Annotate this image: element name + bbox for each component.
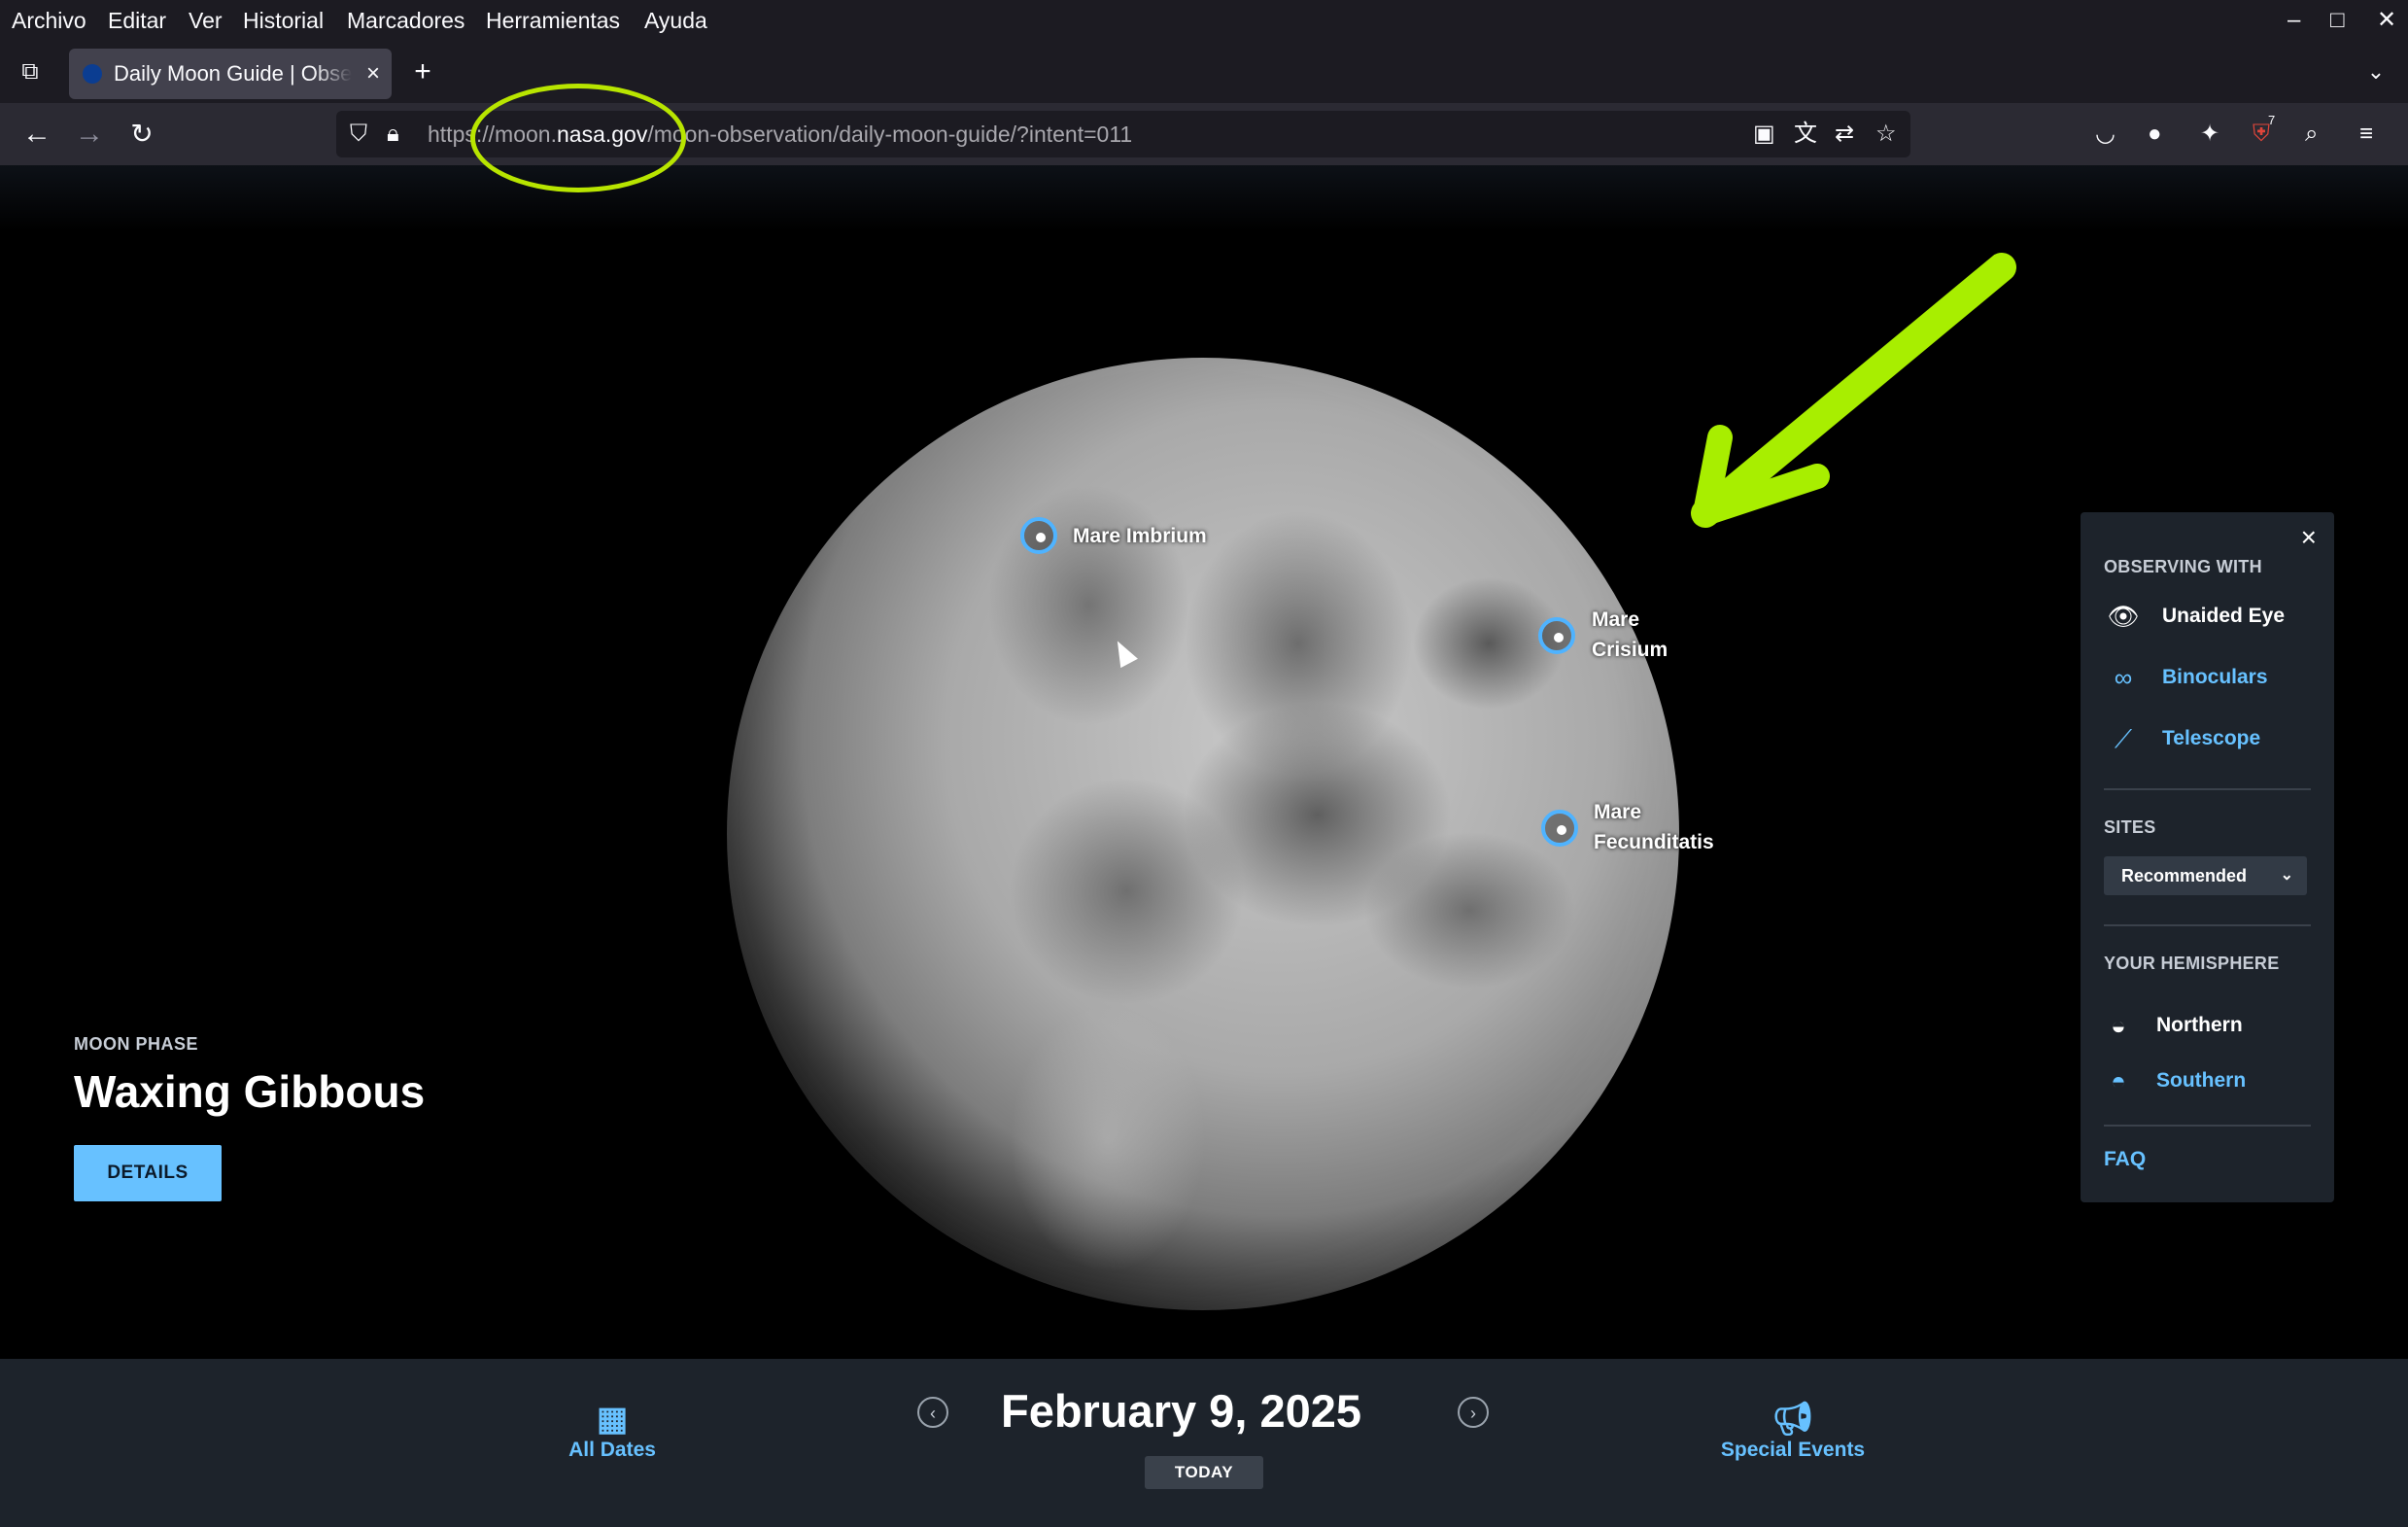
all-dates-link[interactable]: ▦ All Dates: [544, 1400, 680, 1462]
tab-list-chevron-icon[interactable]: ⌄: [2361, 41, 2391, 103]
marker-label-mare-fecunditatis[interactable]: Mare Fecunditatis: [1594, 797, 1739, 857]
chevron-down-icon: ⌄: [2280, 867, 2293, 884]
menu-bar: Archivo Editar Ver Historial Marcadores …: [0, 0, 2408, 41]
tab-title: Daily Moon Guide | Observe the Moon: [114, 49, 352, 99]
marker-mare-fecunditatis[interactable]: [1541, 810, 1578, 847]
minimize-icon[interactable]: –: [2288, 0, 2300, 41]
next-date-icon[interactable]: ›: [1458, 1397, 1489, 1428]
details-button[interactable]: DETAILS: [74, 1145, 222, 1201]
tab-daily-moon-guide[interactable]: Daily Moon Guide | Observe the Moon ×: [69, 49, 392, 99]
panel-close-icon[interactable]: ×: [2301, 522, 2317, 553]
annotation-arrow: [1691, 253, 2016, 528]
menu-herramientas[interactable]: Herramientas: [486, 0, 620, 41]
pocket-icon[interactable]: ◡: [2095, 103, 2116, 165]
translate-icon[interactable]: 文: [1794, 111, 1817, 157]
picture-in-picture-icon[interactable]: ▣: [1753, 111, 1775, 157]
divider: [2104, 1125, 2311, 1127]
current-date: February 9, 2025: [1001, 1385, 1361, 1437]
southern-hemisphere-icon: ◓: [2111, 1066, 2126, 1095]
menu-archivo[interactable]: Archivo: [12, 0, 86, 41]
menu-editar[interactable]: Editar: [108, 0, 166, 41]
telescope-icon: ⟋: [2114, 724, 2133, 753]
northern-hemisphere-icon: ◒: [2111, 1011, 2126, 1040]
divider: [2104, 924, 2311, 926]
bookmark-star-icon[interactable]: ☆: [1875, 111, 1897, 157]
menu-marcadores[interactable]: Marcadores: [347, 0, 464, 41]
megaphone-icon: 📢︎: [1772, 1401, 1814, 1438]
marker-label-mare-imbrium[interactable]: Mare Imbrium: [1073, 521, 1207, 551]
forward-icon[interactable]: →: [72, 103, 107, 165]
sites-header: SITES: [2104, 817, 2156, 837]
site-header: [0, 165, 2408, 231]
menu-ayuda[interactable]: Ayuda: [644, 0, 707, 41]
extensions-icon[interactable]: ✦: [2200, 103, 2219, 165]
extension-badge: 7: [2268, 113, 2276, 127]
divider: [2104, 788, 2311, 790]
marker-label-mare-crisium[interactable]: Mare Crisium: [1592, 605, 1708, 665]
calendar-icon: ▦: [596, 1401, 629, 1438]
tracking-shield-icon[interactable]: ⛉: [350, 111, 367, 157]
app-menu-icon[interactable]: ≡: [2359, 103, 2373, 165]
reload-icon[interactable]: ↻: [124, 103, 159, 165]
menu-historial[interactable]: Historial: [243, 0, 324, 41]
account-avatar-icon[interactable]: ●: [2148, 103, 2162, 165]
tab-bar: ⧉ Daily Moon Guide | Observe the Moon × …: [0, 41, 2408, 103]
previous-date-icon[interactable]: ‹: [917, 1397, 948, 1428]
special-events-link[interactable]: 📢︎ Special Events: [1710, 1400, 1875, 1462]
tab-overview-icon[interactable]: ⧉: [16, 41, 45, 103]
observing-panel: × OBSERVING WITH 👁︎ Unaided Eye ∞ Binocu…: [2081, 512, 2334, 1202]
maximize-icon[interactable]: □: [2330, 0, 2345, 41]
marker-mare-crisium[interactable]: [1538, 617, 1575, 654]
nasa-favicon-icon: [83, 64, 102, 84]
eye-icon: 👁︎: [2107, 602, 2140, 631]
marker-mare-imbrium[interactable]: [1020, 517, 1057, 554]
new-tab-icon[interactable]: +: [408, 41, 437, 103]
tab-close-icon[interactable]: ×: [366, 49, 380, 99]
lock-icon[interactable]: 🔒︎: [387, 111, 399, 157]
back-icon[interactable]: ←: [19, 103, 54, 165]
moon-phase-name: Waxing Gibbous: [74, 1066, 426, 1117]
faq-link[interactable]: FAQ: [2104, 1148, 2146, 1171]
close-window-icon[interactable]: ✕: [2377, 0, 2396, 41]
navigation-bar: ← → ↻ ⛉ 🔒︎ https://moon.nasa.gov/moon-ob…: [0, 103, 2408, 165]
menu-ver[interactable]: Ver: [189, 0, 223, 41]
sites-dropdown[interactable]: Recommended ⌄: [2104, 856, 2307, 895]
search-extension-icon[interactable]: ⌕: [2305, 103, 2318, 165]
page-translate-icon[interactable]: ⇄: [1835, 111, 1854, 157]
moon-phase-label: MOON PHASE: [74, 1034, 199, 1054]
moon-image: [727, 358, 1679, 1310]
annotation-ellipse: [470, 84, 686, 192]
binoculars-icon: ∞: [2114, 663, 2133, 692]
today-button[interactable]: TODAY: [1145, 1456, 1263, 1489]
observing-with-header: OBSERVING WITH: [2104, 557, 2262, 576]
hemisphere-header: YOUR HEMISPHERE: [2104, 954, 2280, 973]
